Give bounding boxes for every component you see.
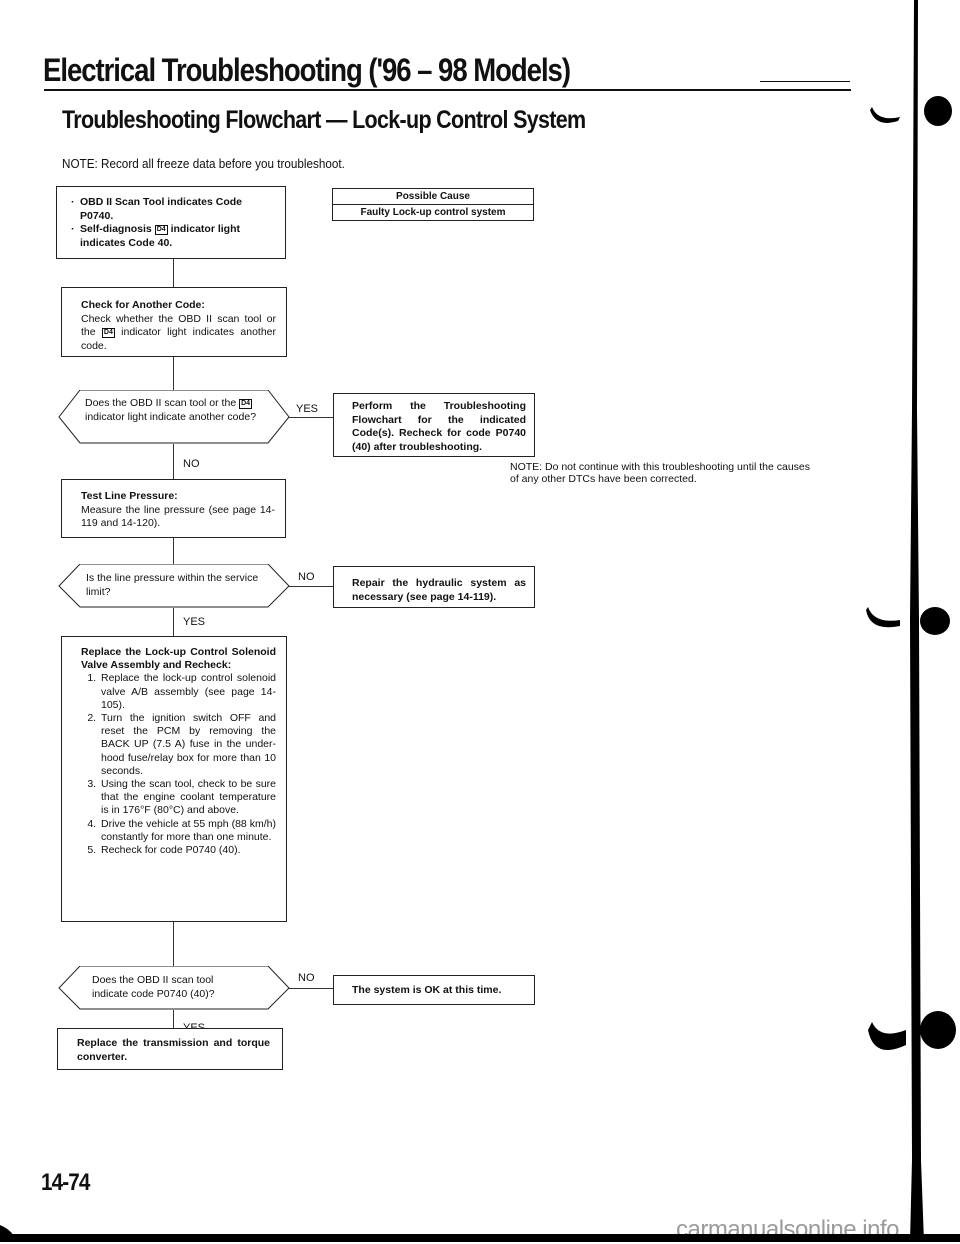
connector-line [289,586,334,587]
yes-label: YES [296,403,319,415]
system-ok-text: The system is OK at this time. [352,984,502,996]
binding-hook [868,1022,906,1050]
test-line-pressure-text: Measure the line pressure (see page 14-1… [81,503,275,530]
step-item: Drive the vehicle at 55 mph (88 km/h) co… [99,818,276,844]
replace-transmission-text: Replace the transmission and torque conv… [77,1037,270,1063]
binding-hook [870,107,900,123]
start-line1a: OBD II Scan Tool indicates Code [80,196,242,208]
binding-top-rule [760,81,850,82]
replace-solenoid-box: Replace the Lock-up Control Solenoid Val… [61,636,287,922]
d4-indicator-icon: D4 [101,328,115,338]
perform-flowchart-box: Perform the Troubleshooting Flowchart fo… [333,393,535,457]
bullet: · [71,196,75,208]
possible-cause-header: Possible Cause [333,189,533,205]
start-item-self-diagnosis: · Self-diagnosis D4 indicator light indic… [71,223,275,250]
decision-line-pressure: Is the line pressure within the service … [58,564,290,608]
dtc-note: NOTE: Do not continue with this troubles… [510,461,810,485]
decision-line-pressure-text: Is the line pressure within the service … [86,572,259,598]
start-item-scan-tool-text: OBD II Scan Tool indicates Code P0740. [80,196,242,223]
no-label: NO [298,972,315,984]
start-box: · OBD II Scan Tool indicates Code P0740. … [56,186,286,259]
step-item: Recheck for code P0740 (40). [99,844,276,857]
check-code-heading: Check for Another Code: [81,299,205,311]
possible-cause-value: Faulty Lock-up control system [360,207,506,218]
binding-hook [866,607,900,628]
possible-cause-table: Possible Cause Faulty Lock-up control sy… [332,188,534,221]
decision-another-code-text: Does the OBD II scan tool or the D4 indi… [85,397,265,424]
page-title: Electrical Troubleshooting ('96 – 98 Mod… [43,52,571,88]
decision-code-p0740-text: Does the OBD II scan tool indicate code … [92,974,215,1000]
connector-line [173,357,174,390]
binding-dot [924,96,952,126]
test-line-pressure-box: Test Line Pressure: Measure the line pre… [61,479,286,538]
corner-mark-decoration [0,1225,16,1242]
section-title: Troubleshooting Flowchart — Lock-up Cont… [62,106,586,134]
connector-line [289,417,334,418]
check-another-code-box: Check for Another Code: Check whether th… [61,287,287,357]
binding-marks-decoration [866,0,956,1242]
connector-line [173,444,174,479]
page-number: 14-74 [41,1169,90,1196]
check-code-text: Check whether the OBD II scan tool or th… [81,313,276,354]
binding-dot [920,1011,956,1049]
d4-indicator-icon: D4 [239,399,253,409]
step-item: Replace the lock-up control solenoid val… [99,672,276,712]
no-label: NO [298,571,315,583]
decision-code-p0740: Does the OBD II scan tool indicate code … [58,966,290,1010]
decision1-text-b: indicator light indicate another code? [85,410,257,423]
repair-hydraulic-box: Repair the hydraulic system as necessary… [333,566,535,608]
d4-indicator-icon: D4 [154,225,168,235]
binding-dot [920,607,950,635]
repair-hydraulic-text: Repair the hydraulic system as necessary… [352,577,526,603]
bottom-bar [0,1234,960,1242]
perform-flowchart-text: Perform the Troubleshooting Flowchart fo… [352,400,526,453]
system-ok-box: The system is OK at this time. [333,975,535,1005]
start-line2b: indicator light [170,223,240,235]
decision1-text-a: Does the OBD II scan tool or the [85,397,237,409]
connector-line [173,922,174,970]
connector-line [173,259,174,287]
header-rule [44,89,851,91]
start-line1b: P0740. [80,209,114,222]
replace-solenoid-steps: Replace the lock-up control solenoid val… [81,672,276,857]
start-item-scan-tool: · OBD II Scan Tool indicates Code P0740. [71,196,275,223]
decision-another-code: Does the OBD II scan tool or the D4 indi… [58,390,290,444]
yes-label: YES [183,616,206,628]
test-line-pressure-heading: Test Line Pressure: [81,490,178,502]
replace-transmission-box: Replace the transmission and torque conv… [57,1028,283,1070]
start-item-self-diagnosis-text: Self-diagnosis D4 indicator light indicat… [80,223,240,250]
replace-solenoid-heading: Replace the Lock-up Control Solenoid Val… [81,646,276,672]
step-item: Using the scan tool, check to be sure th… [99,778,276,818]
freeze-data-note: NOTE: Record all freeze data before you … [62,156,345,171]
connector-line [289,988,334,989]
step-item: Turn the ignition switch OFF and reset t… [99,712,276,778]
start-line2a: Self-diagnosis [80,223,152,235]
no-label: NO [183,458,200,470]
bullet: · [71,223,75,235]
connector-line [173,608,174,636]
start-line2c: indicates Code 40. [80,236,173,249]
